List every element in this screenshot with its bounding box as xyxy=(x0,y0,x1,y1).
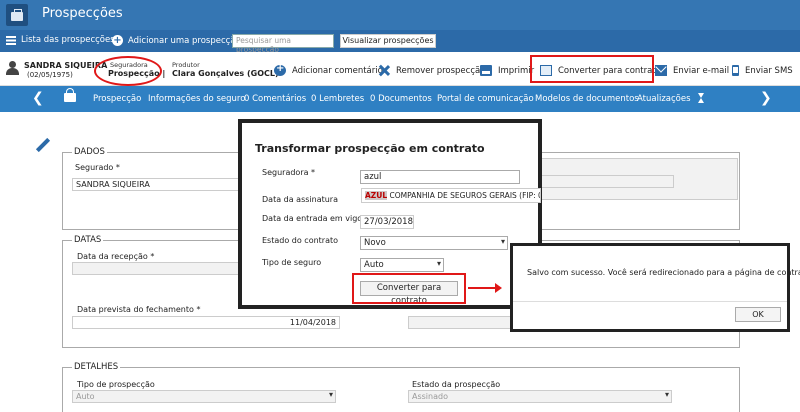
print-label: Imprimir xyxy=(498,65,535,76)
add-prospection-link[interactable]: + Adicionar uma prospecção xyxy=(112,35,241,46)
arrow-right-icon xyxy=(468,283,502,293)
section-datas-title: DATAS xyxy=(72,235,104,245)
autocomplete-highlight: AZUL xyxy=(365,191,388,200)
autocomplete-rest: COMPANHIA DE SEGUROS GERAIS (FIP: 0535 xyxy=(387,191,541,200)
tab-atualizacoes[interactable]: Atualizações xyxy=(637,94,691,104)
search-input[interactable]: Pesquisar uma prospecção xyxy=(232,34,334,54)
highlight-modal-button xyxy=(352,273,466,304)
seguradora-autocomplete-option[interactable]: AZUL COMPANHIA DE SEGUROS GERAIS (FIP: 0… xyxy=(361,188,541,203)
person-icon xyxy=(5,61,21,75)
mail-icon xyxy=(655,65,667,76)
tab-informacoes-seguro[interactable]: Informações do seguro xyxy=(148,94,245,104)
add-comment-button[interactable]: Adicionar comentário xyxy=(274,63,383,76)
tabs-bar: ❮ Prospecção Informações do seguro 0 Com… xyxy=(0,86,800,112)
view-prospections-button[interactable]: Visualizar prospecções xyxy=(340,34,436,48)
remove-prospection-button[interactable]: Remover prospecção xyxy=(378,65,485,76)
modal-entrada-label: Data da entrada em vigor xyxy=(262,214,366,223)
tipo-prospeccao-select[interactable]: Auto xyxy=(72,390,336,403)
datas-extra-field[interactable] xyxy=(408,316,512,329)
modal-title: Transformar prospecção em contrato xyxy=(255,142,485,155)
recepcao-label: Data da recepção * xyxy=(77,252,155,261)
highlight-convert-action xyxy=(530,55,654,83)
remove-prospection-label: Remover prospecção xyxy=(396,65,486,76)
fechamento-label: Data prevista do fechamento * xyxy=(77,305,201,314)
fechamento-field[interactable]: 11/04/2018 xyxy=(72,316,340,329)
main-toolbar: Lista das prospecções + Adicionar uma pr… xyxy=(0,30,800,54)
estado-prospeccao-select[interactable]: Assinado xyxy=(408,390,672,403)
modal-assinatura-label: Data da assinatura xyxy=(262,195,338,204)
add-comment-label: Adicionar comentário xyxy=(292,65,383,76)
producer-label: Produtor xyxy=(172,61,200,69)
hourglass-icon xyxy=(698,93,705,103)
tab-modelos-documentos[interactable]: Modelos de documentos xyxy=(535,94,639,104)
modal-seguradora-label: Seguradora * xyxy=(262,168,316,177)
segurado-field[interactable]: SANDRA SIQUEIRA xyxy=(72,178,242,191)
segurado-label: Segurado * xyxy=(75,163,120,172)
app-title: Prospecções xyxy=(42,6,123,21)
highlight-insurer xyxy=(94,56,162,86)
section-dados-title: DADOS xyxy=(72,147,107,157)
plus-icon: + xyxy=(112,35,123,46)
send-sms-label: Enviar SMS xyxy=(745,65,793,76)
close-icon xyxy=(378,65,390,76)
chevron-right-icon[interactable]: ❯ xyxy=(760,90,772,106)
lock-icon xyxy=(64,88,76,102)
ok-button[interactable]: OK xyxy=(735,307,781,322)
list-icon xyxy=(6,35,16,45)
send-sms-button[interactable]: Enviar SMS xyxy=(732,65,793,76)
recepcao-field[interactable] xyxy=(72,262,240,275)
modal-estado-select[interactable]: Novo xyxy=(360,236,508,250)
dados-extra-input[interactable] xyxy=(540,175,674,188)
modal-tipo-select[interactable]: Auto xyxy=(360,258,444,272)
print-button[interactable]: Imprimir xyxy=(480,65,534,76)
comment-icon xyxy=(274,63,286,76)
tab-lembretes[interactable]: 0 Lembretes xyxy=(311,94,364,104)
producer-value: Clara Gonçalves (GOCL) xyxy=(172,69,279,78)
print-icon xyxy=(480,65,492,76)
modal-seguradora-input[interactable]: azul xyxy=(360,170,520,184)
success-message: Salvo com sucesso. Você será redireciona… xyxy=(527,268,800,277)
phone-icon xyxy=(732,65,739,76)
dialog-divider xyxy=(513,301,787,302)
tab-prospeccao[interactable]: Prospecção xyxy=(93,94,141,104)
send-email-label: Enviar e-mail xyxy=(673,65,730,76)
tab-portal-comunicacao[interactable]: Portal de comunicação xyxy=(437,94,534,104)
tab-comentarios[interactable]: 0 Comentários xyxy=(244,94,306,104)
tab-documentos[interactable]: 0 Documentos xyxy=(370,94,432,104)
success-dialog: Salvo com sucesso. Você será redireciona… xyxy=(510,243,800,332)
section-detalhes-title: DETALHES xyxy=(72,362,121,372)
client-dob: (02/05/1975) xyxy=(27,71,73,79)
modal-tipo-label: Tipo de seguro xyxy=(262,258,322,267)
modal-estado-label: Estado do contrato xyxy=(262,236,339,245)
app-header: Prospecções xyxy=(0,0,800,30)
modal-entrada-field[interactable]: 27/03/2018 xyxy=(360,215,414,229)
briefcase-icon xyxy=(6,4,28,26)
chevron-left-icon[interactable]: ❮ xyxy=(32,90,44,106)
estado-prospeccao-label: Estado da prospecção xyxy=(412,380,501,389)
list-prospections-link[interactable]: Lista das prospecções xyxy=(6,35,115,45)
add-prospection-label: Adicionar uma prospecção xyxy=(128,35,241,46)
tipo-prospeccao-label: Tipo de prospecção xyxy=(77,380,155,389)
list-prospections-label: Lista das prospecções xyxy=(21,35,115,45)
pencil-icon[interactable] xyxy=(36,138,50,152)
send-email-button[interactable]: Enviar e-mail xyxy=(655,65,729,76)
